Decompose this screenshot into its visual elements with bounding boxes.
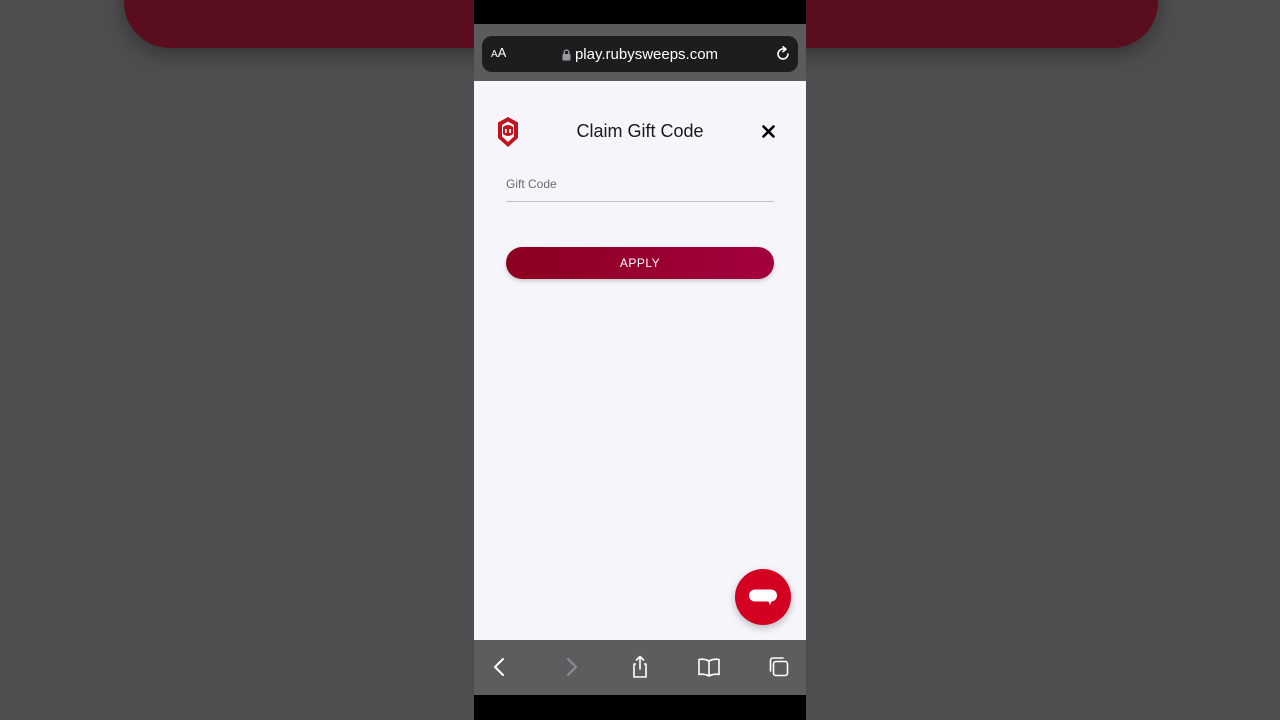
gift-code-input[interactable] — [506, 173, 774, 191]
browser-toolbar — [474, 640, 806, 695]
address-bar[interactable]: AA play.rubysweeps.com — [482, 36, 798, 72]
close-icon[interactable] — [762, 125, 775, 138]
url-display[interactable]: play.rubysweeps.com — [482, 44, 798, 63]
gift-code-modal: Claim Gift Code APPLY — [474, 81, 806, 640]
bookmarks-icon[interactable] — [696, 654, 722, 680]
tabs-icon[interactable] — [766, 654, 792, 680]
gift-code-field — [506, 173, 774, 202]
chat-button[interactable] — [735, 569, 791, 625]
forward-icon[interactable] — [558, 654, 584, 680]
reload-icon[interactable] — [774, 45, 792, 63]
url-text: play.rubysweeps.com — [574, 46, 719, 63]
browser-address-area: AA play.rubysweeps.com — [474, 24, 806, 81]
chat-bubble-icon — [749, 589, 777, 605]
phone-screen: AA play.rubysweeps.com Claim Gift Code G… — [474, 0, 806, 720]
share-icon[interactable] — [627, 654, 653, 680]
modal-title: Claim Gift Code — [576, 121, 704, 141]
apply-button[interactable]: APPLY — [506, 247, 774, 279]
back-icon[interactable] — [487, 654, 513, 680]
lock-icon — [562, 48, 571, 60]
